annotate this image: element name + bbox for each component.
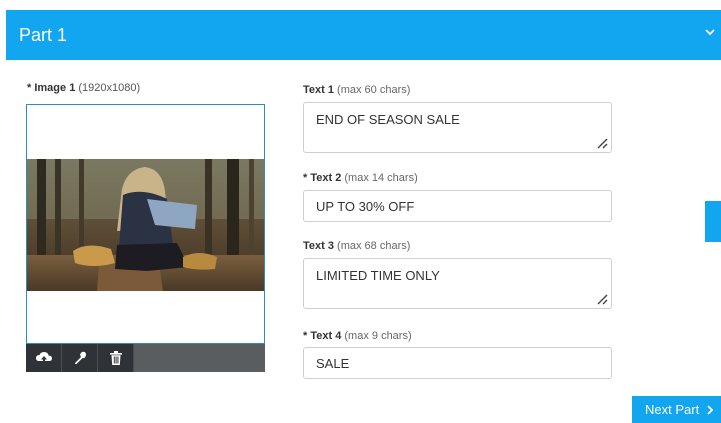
trash-icon: [109, 351, 122, 365]
text3-value: LIMITED TIME ONLY: [316, 268, 440, 283]
text2-hint: (max 14 chars): [344, 172, 418, 184]
upload-button[interactable]: [26, 344, 62, 372]
chevron-down-icon[interactable]: [703, 25, 717, 39]
image-size-hint: (1920x1080): [78, 82, 141, 94]
text4-hint: (max 9 chars): [344, 330, 412, 342]
required-marker: *: [27, 82, 32, 94]
text4-value: SALE: [316, 355, 350, 371]
next-part-button[interactable]: Next Part: [632, 396, 721, 423]
text4-label: * Text 4 (max 9 chars): [303, 330, 412, 342]
text3-label-text: Text 3: [303, 240, 334, 252]
image-toolbar: [26, 344, 265, 372]
text1-field[interactable]: END OF SEASON SALE: [303, 102, 612, 153]
delete-button[interactable]: [98, 344, 134, 372]
text1-hint: (max 60 chars): [337, 84, 411, 96]
upload-icon: [35, 352, 52, 364]
text4-field[interactable]: SALE: [303, 347, 612, 379]
resize-handle-icon[interactable]: [595, 136, 609, 150]
chevron-right-icon: [707, 404, 714, 415]
next-part-label: Next Part: [645, 402, 700, 417]
text3-label: Text 3 (max 68 chars): [303, 240, 410, 252]
section-header[interactable]: Part 1: [6, 10, 721, 60]
preview-photo: [27, 159, 264, 291]
side-tab[interactable]: [705, 201, 721, 242]
image-field-label: * Image 1 (1920x1080): [27, 82, 140, 94]
text4-label-text: Text 4: [310, 330, 342, 342]
section-title: Part 1: [19, 24, 68, 45]
text1-label: Text 1 (max 60 chars): [303, 84, 410, 96]
image-preview[interactable]: [26, 104, 265, 344]
resize-handle-icon[interactable]: [595, 292, 609, 306]
text1-value: END OF SEASON SALE: [316, 112, 460, 127]
image-label-text: Image 1: [34, 82, 76, 94]
wrench-icon: [74, 351, 86, 365]
text1-label-text: Text 1: [303, 84, 334, 96]
edit-button[interactable]: [62, 344, 98, 372]
text2-label-text: Text 2: [310, 172, 342, 184]
text2-value: UP TO 30% OFF: [316, 198, 415, 214]
text2-field[interactable]: UP TO 30% OFF: [303, 190, 612, 222]
text3-hint: (max 68 chars): [337, 240, 411, 252]
text2-label: * Text 2 (max 14 chars): [303, 172, 418, 184]
text3-field[interactable]: LIMITED TIME ONLY: [303, 258, 612, 309]
